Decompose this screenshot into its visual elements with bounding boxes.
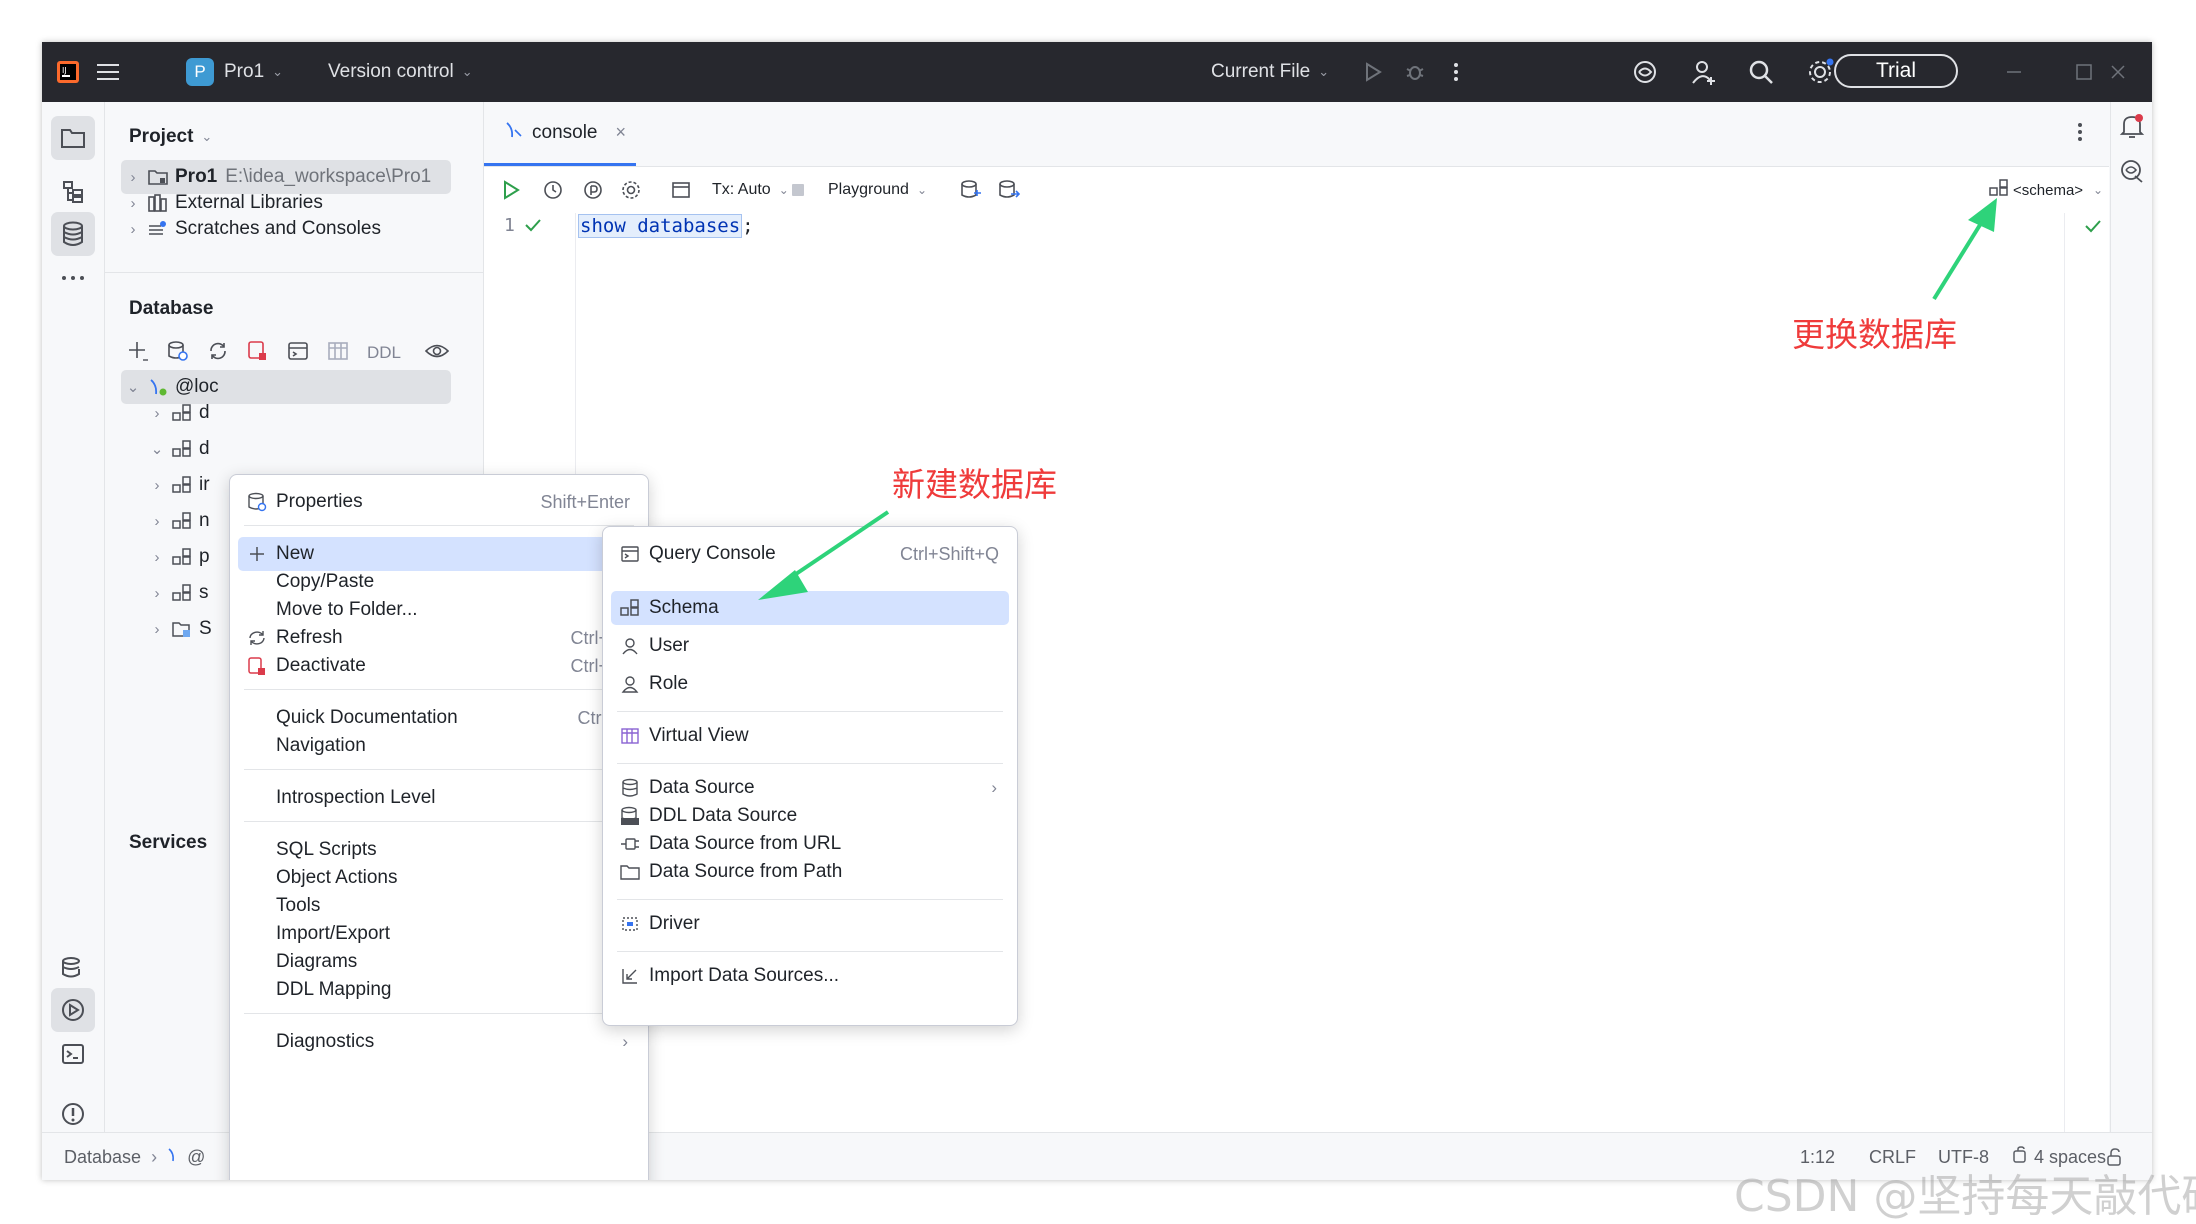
- annotation-new-database: 新建数据库: [892, 465, 1057, 504]
- watermark-text: CSDN @坚持每天敲代码: [1734, 1171, 2196, 1222]
- arrow-head-new-schema: [758, 570, 808, 600]
- annotation-change-database: 更换数据库: [1792, 315, 1957, 354]
- arrow-head-schema: [1968, 198, 1997, 232]
- arrow-to-new-schema: [788, 510, 890, 580]
- annotation-arrows: [758, 198, 1997, 600]
